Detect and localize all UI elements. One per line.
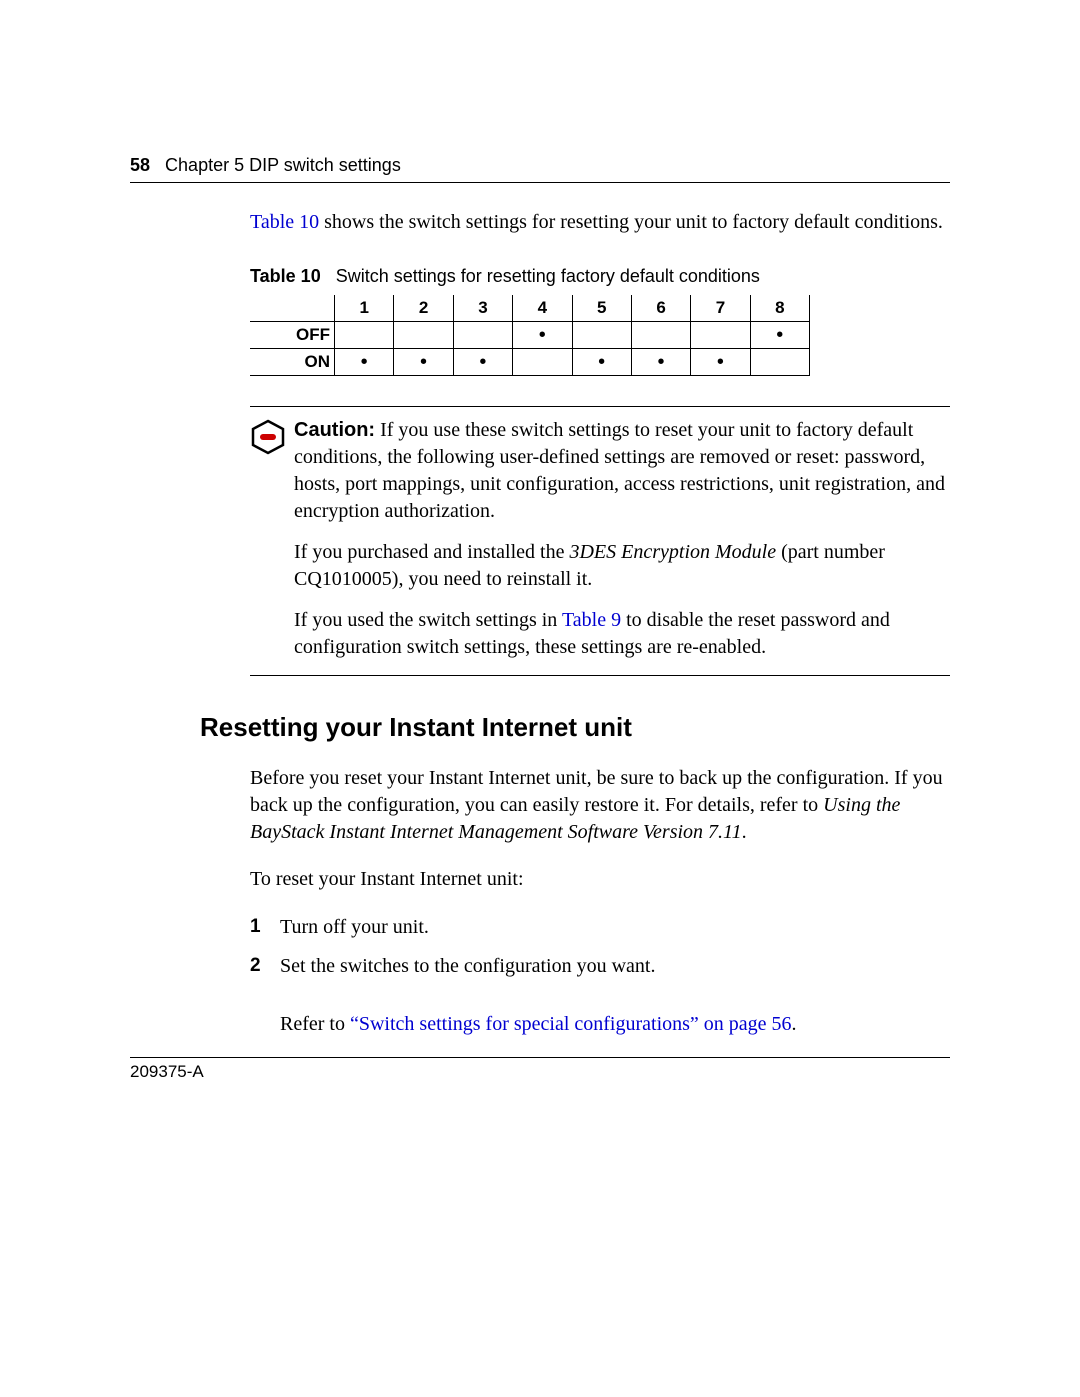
table-label: Table 10 <box>250 266 321 286</box>
row-on-label: ON <box>250 349 335 376</box>
cell <box>750 349 809 376</box>
step-2: Set the switches to the configuration yo… <box>250 952 950 1039</box>
section-p1: Before you reset your Instant Internet u… <box>250 765 950 846</box>
col-7: 7 <box>691 295 750 322</box>
table-row: OFF • • <box>250 322 810 349</box>
caution-icon <box>250 417 294 661</box>
table-caption-text: Switch settings for resetting factory de… <box>336 266 760 286</box>
cell: • <box>691 349 750 376</box>
caution-p3-a: If you used the switch settings in <box>294 609 562 631</box>
caution-p3: If you used the switch settings in Table… <box>294 607 950 661</box>
page-number: 58 <box>130 155 150 175</box>
caution-p1-body: If you use these switch settings to rese… <box>294 419 945 522</box>
cell: • <box>394 349 453 376</box>
section-p2: To reset your Instant Internet unit: <box>250 866 950 893</box>
step1-text: Turn off your unit. <box>280 916 429 938</box>
doc-number: 209375-A <box>130 1062 204 1081</box>
cell <box>631 322 690 349</box>
cell <box>572 322 631 349</box>
cell: • <box>453 349 512 376</box>
caution-box: Caution: If you use these switch setting… <box>250 406 950 676</box>
cell: • <box>631 349 690 376</box>
section-p1-b: . <box>742 821 747 843</box>
col-4: 4 <box>513 295 572 322</box>
row-off-label: OFF <box>250 322 335 349</box>
footer: 209375-A <box>130 1057 950 1082</box>
page: 58 Chapter 5 DIP switch settings Table 1… <box>0 0 1080 1397</box>
caution-text: Caution: If you use these switch setting… <box>294 417 950 661</box>
section-heading: Resetting your Instant Internet unit <box>200 712 950 743</box>
caution-p2-a: If you purchased and installed the <box>294 541 569 563</box>
cell: • <box>572 349 631 376</box>
cell: • <box>335 349 394 376</box>
caution-p2: If you purchased and installed the 3DES … <box>294 539 950 593</box>
caution-heading: Caution: <box>294 419 375 441</box>
switch-table: 1 2 3 4 5 6 7 8 OFF • • ON <box>250 295 810 376</box>
table10-link[interactable]: Table 10 <box>250 211 319 233</box>
cell <box>691 322 750 349</box>
cell <box>513 349 572 376</box>
col-1: 1 <box>335 295 394 322</box>
intro-text: shows the switch settings for resetting … <box>319 211 943 233</box>
module-name: 3DES Encryption Module <box>569 541 776 563</box>
step-1: Turn off your unit. <box>250 913 950 942</box>
step2-sub-b: . <box>792 1013 797 1035</box>
chapter-title: Chapter 5 DIP switch settings <box>165 155 401 175</box>
step2-sub-a: Refer to <box>280 1013 350 1035</box>
step2-text: Set the switches to the configuration yo… <box>280 955 655 977</box>
cell <box>335 322 394 349</box>
steps-list: Turn off your unit. Set the switches to … <box>250 913 950 1039</box>
running-header: 58 Chapter 5 DIP switch settings <box>130 155 950 183</box>
col-2: 2 <box>394 295 453 322</box>
intro-paragraph: Table 10 shows the switch settings for r… <box>250 209 950 236</box>
table-row: ON • • • • • • <box>250 349 810 376</box>
cell <box>394 322 453 349</box>
table-header-row: 1 2 3 4 5 6 7 8 <box>250 295 810 322</box>
table-corner <box>250 295 335 322</box>
intro-block: Table 10 shows the switch settings for r… <box>250 209 950 676</box>
table9-link[interactable]: Table 9 <box>562 609 621 631</box>
col-8: 8 <box>750 295 809 322</box>
cell <box>453 322 512 349</box>
col-6: 6 <box>631 295 690 322</box>
section-body: Before you reset your Instant Internet u… <box>250 765 950 1039</box>
col-3: 3 <box>453 295 512 322</box>
caution-p1: Caution: If you use these switch setting… <box>294 417 950 525</box>
table-caption: Table 10 Switch settings for resetting f… <box>250 266 950 287</box>
switch-settings-link[interactable]: “Switch settings for special configurati… <box>350 1013 792 1035</box>
col-5: 5 <box>572 295 631 322</box>
cell: • <box>513 322 572 349</box>
cell: • <box>750 322 809 349</box>
